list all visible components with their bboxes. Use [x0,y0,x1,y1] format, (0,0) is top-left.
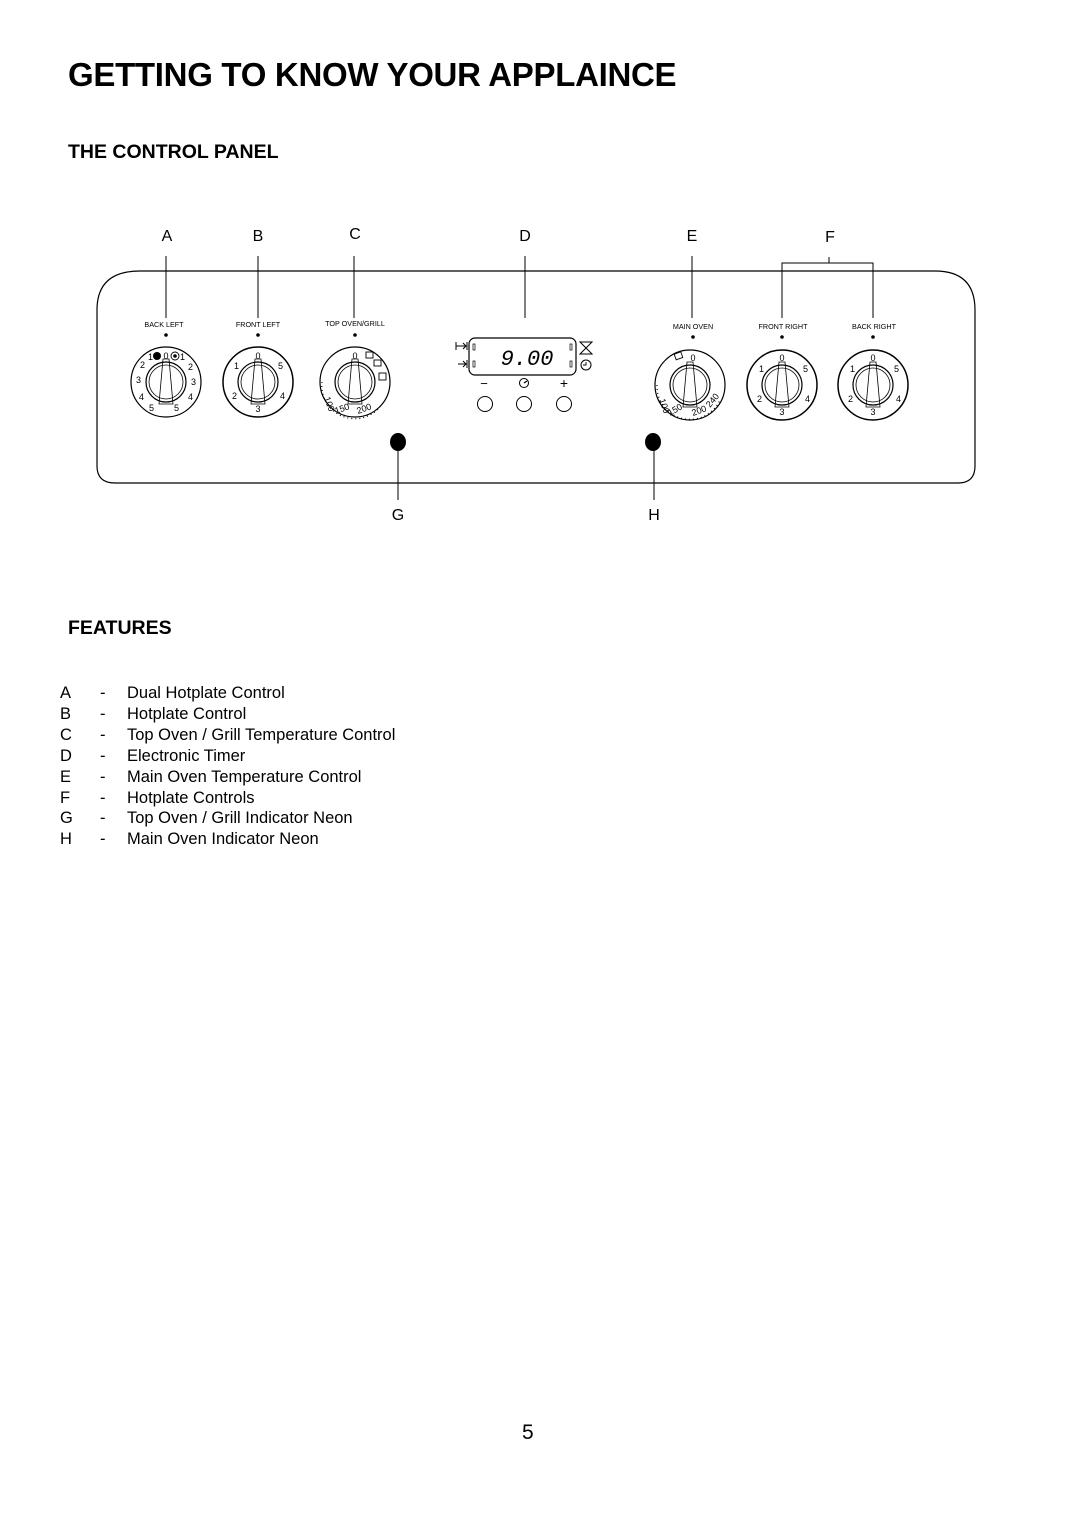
svg-text:0: 0 [779,353,784,363]
svg-text:0: 0 [255,351,260,361]
indicator-dot [780,335,784,339]
indicator-dot [691,335,695,339]
cook-time-icon [455,342,468,350]
svg-text:3: 3 [191,377,196,387]
timer-plus-button[interactable] [556,396,572,412]
svg-text:5: 5 [174,403,179,413]
main-oven-neon [645,433,661,451]
feature-item: D - Electronic Timer [60,746,246,765]
clock-icon [580,359,592,371]
svg-text:4: 4 [188,392,193,402]
knob-label: FRONT RIGHT [759,322,809,331]
plus-symbol: + [560,375,568,391]
svg-text:0: 0 [690,353,695,363]
knob-back-right[interactable]: BACK RIGHT 0 1 2 3 4 5 [837,322,909,421]
indicator-dot [871,335,875,339]
svg-text:1: 1 [148,352,153,362]
svg-text:0: 0 [352,351,357,361]
feature-item: F - Hotplate Controls [60,788,255,807]
feature-item: A - Dual Hotplate Control [60,684,285,702]
indicator-dot [164,333,168,337]
knob-front-left[interactable]: FRONT LEFT 0 1 2 3 4 5 [222,320,294,418]
minus-symbol: − [480,376,488,391]
feature-item: E - Main Oven Temperature Control [60,767,362,786]
svg-text:4: 4 [280,391,285,401]
svg-text:0: 0 [163,351,168,361]
svg-text:4: 4 [139,392,144,402]
feature-item: C - Top Oven / Grill Temperature Control [60,725,396,744]
svg-text:1: 1 [850,364,855,374]
svg-text:1: 1 [180,352,185,362]
knob-label: TOP OVEN/GRILL [325,319,385,328]
svg-text:2: 2 [188,362,193,372]
svg-text:3: 3 [870,407,875,417]
timer-mode-button[interactable] [516,396,532,412]
svg-text:3: 3 [255,404,260,414]
feature-item: G - Top Oven / Grill Indicator Neon [60,809,353,828]
end-time-icon [458,360,468,368]
feature-item: B - Hotplate Control [60,704,247,723]
page-title: GETTING TO KNOW YOUR APPLAINCE [68,56,677,93]
svg-text:2: 2 [232,391,237,401]
svg-text:4: 4 [805,394,810,404]
knob-top-oven-grill[interactable]: TOP OVEN/GRILL 0 100 150 200 [319,319,391,420]
knob-label: BACK RIGHT [852,322,897,331]
features-heading: FEATURES [68,617,172,639]
single-ring-icon [153,352,161,360]
svg-text:5: 5 [278,361,283,371]
electronic-timer: 9.00 − + [455,337,594,391]
svg-text:1: 1 [234,361,239,371]
svg-text:2: 2 [848,394,853,404]
knob-main-oven[interactable]: MAIN OVEN 0 100 150 200 240 [654,322,726,421]
knob-label: FRONT LEFT [236,320,281,329]
svg-text:1: 1 [759,364,764,374]
page-number: 5 [522,1421,534,1444]
svg-text:5: 5 [149,403,154,413]
knob-front-right[interactable]: FRONT RIGHT 0 1 2 3 4 5 [746,322,818,421]
hourglass-icon [578,341,594,355]
svg-text:5: 5 [803,364,808,374]
indicator-dot [353,333,357,337]
svg-text:0: 0 [870,353,875,363]
svg-text:4: 4 [896,394,901,404]
knob-label: BACK LEFT [144,320,184,329]
indicator-dot [256,333,260,337]
svg-text:2: 2 [140,360,145,370]
timer-readout: 9.00 [501,347,554,372]
svg-text:2: 2 [757,394,762,404]
feature-item: H - Main Oven Indicator Neon [60,830,319,849]
svg-text:3: 3 [779,407,784,417]
top-oven-neon [390,433,406,451]
control-panel-heading: THE CONTROL PANEL [68,141,279,163]
features-list: A - Dual Hotplate Control B - Hotplate Contr… [60,683,395,850]
knob-back-left[interactable]: BACK LEFT 0 1 2 3 4 5 1 2 3 4 5 [130,320,202,418]
svg-text:3: 3 [136,375,141,385]
control-panel-diagram: BACK LEFT 0 1 2 3 4 5 1 2 3 4 5 FRONT LE… [96,256,976,500]
svg-text:5: 5 [894,364,899,374]
timer-minus-button[interactable] [477,396,493,412]
timer-mode-icon [519,378,529,388]
knob-label: MAIN OVEN [673,322,713,331]
